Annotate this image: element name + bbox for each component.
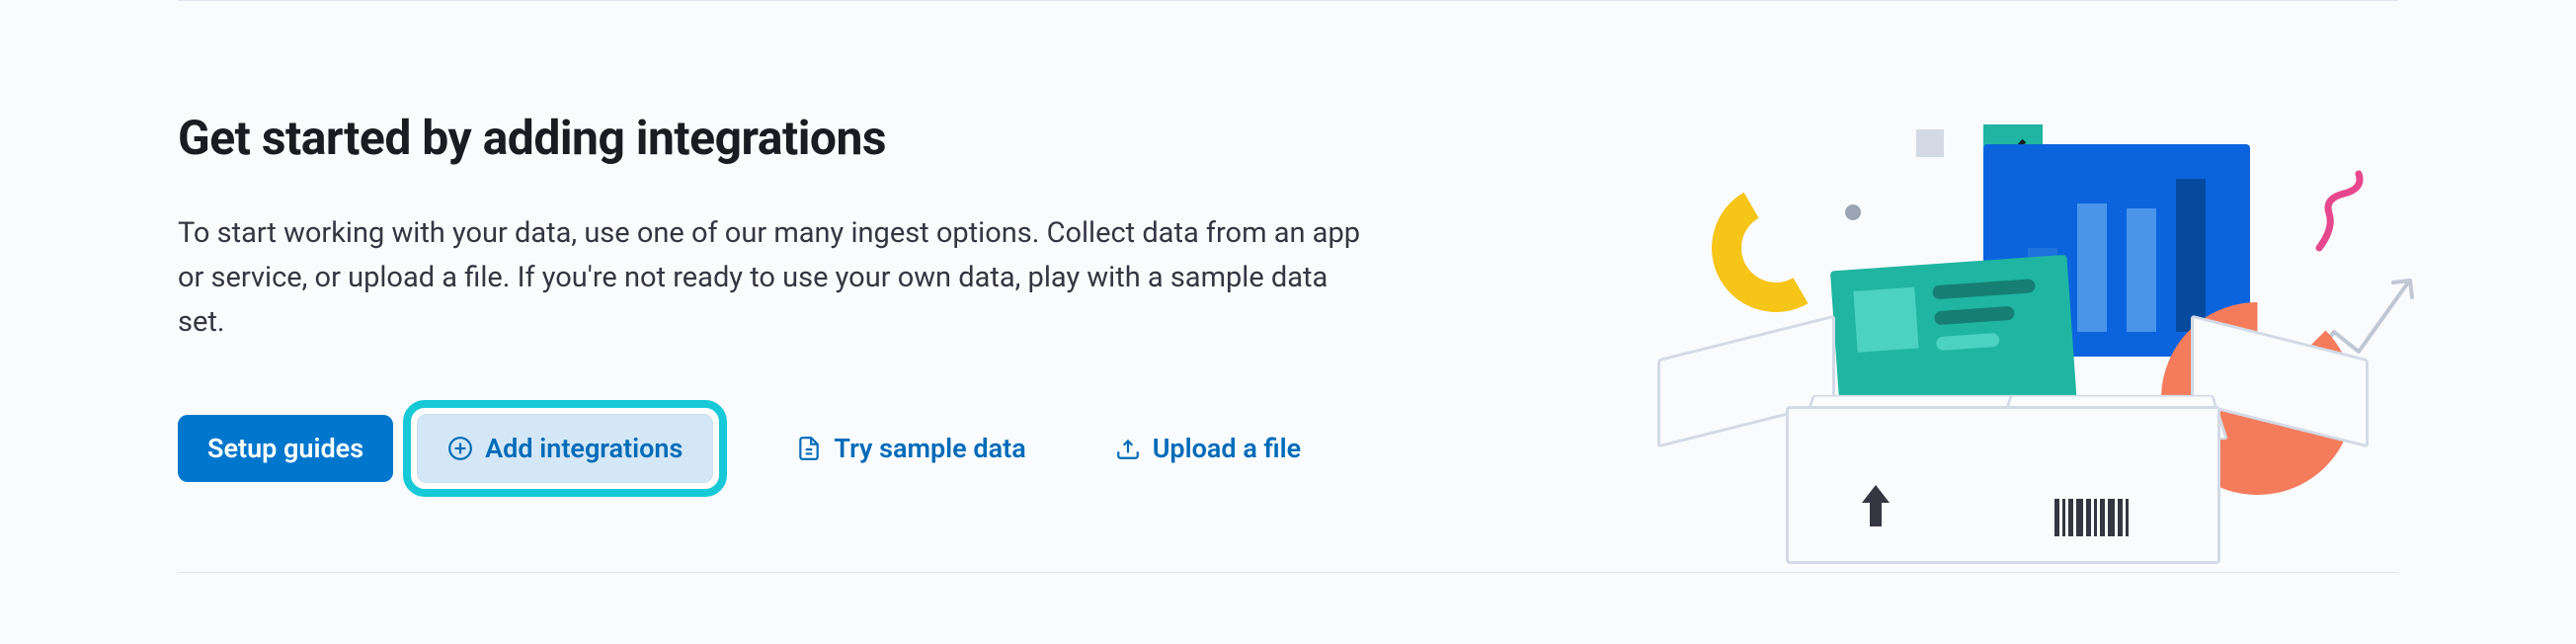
this-way-up-icon [1858,485,1893,536]
try-sample-data-button[interactable]: Try sample data [776,415,1045,482]
panel-description: To start working with your data, use one… [178,211,1373,345]
barcode-icon [2054,499,2129,536]
setup-guides-button[interactable]: Setup guides [178,415,393,482]
plus-circle-icon [447,436,473,461]
decorative-square-icon [1916,129,1944,157]
action-button-row: Setup guides Add integrations [178,400,1373,497]
upload-file-button[interactable]: Upload a file [1095,415,1322,482]
panel-heading: Get started by adding integrations [178,110,1373,166]
try-sample-data-label: Try sample data [834,433,1025,464]
get-started-panel: Get started by adding integrations To st… [178,0,2398,573]
add-integrations-label: Add integrations [485,433,683,464]
document-icon [796,436,822,461]
add-integrations-highlight: Add integrations [403,400,727,497]
content-column: Get started by adding integrations To st… [178,110,1373,497]
upload-icon [1115,436,1141,461]
setup-guides-label: Setup guides [207,433,363,464]
upload-file-label: Upload a file [1153,433,1302,464]
add-integrations-button[interactable]: Add integrations [417,414,713,483]
squiggle-icon [2309,169,2388,262]
decorative-illustration [1638,70,2408,564]
decorative-dot-icon [1845,204,1861,220]
open-box-icon [1687,366,2339,564]
donut-chart-icon [1697,169,1854,326]
